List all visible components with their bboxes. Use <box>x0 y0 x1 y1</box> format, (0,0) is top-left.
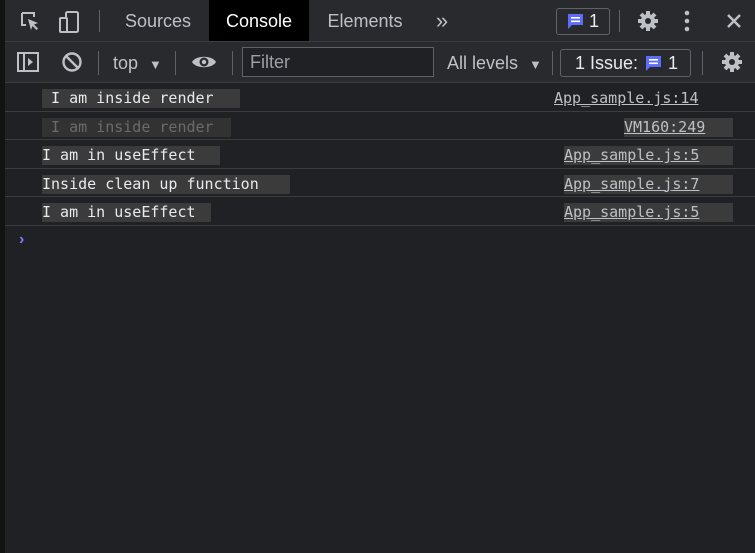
console-row: Inside clean up function App_sample.js:7 <box>5 169 755 197</box>
console-row: I am inside render VM160:249 <box>5 112 755 140</box>
log-levels-label: All levels <box>447 53 519 73</box>
source-link[interactable]: App_sample.js:5 <box>564 203 733 222</box>
message-icon <box>568 14 583 29</box>
console-message: I am in useEffect <box>42 146 220 165</box>
issues-label: 1 Issue: <box>575 53 639 73</box>
more-tabs-button[interactable]: » <box>427 0 457 41</box>
chevron-down-icon: ▼ <box>529 57 542 72</box>
console-messages: I am inside render App_sample.js:14 I am… <box>5 83 755 226</box>
chevron-down-icon: ▼ <box>149 57 162 72</box>
live-expression-eye-icon[interactable] <box>191 53 217 71</box>
more-options-icon[interactable] <box>683 10 691 32</box>
issues-button[interactable]: 1 Issue: 1 <box>560 49 691 77</box>
console-row: I am in useEffect App_sample.js:5 <box>5 197 755 226</box>
inspect-element-icon[interactable] <box>20 11 42 33</box>
tab-elements[interactable]: Elements <box>313 0 417 41</box>
message-icon <box>646 56 661 71</box>
source-link[interactable]: App_sample.js:5 <box>564 146 733 165</box>
close-icon[interactable] <box>726 13 742 29</box>
settings-gear-icon[interactable] <box>637 10 659 32</box>
console-row: I am in useEffect App_sample.js:5 <box>5 140 755 169</box>
filter-input[interactable] <box>242 47 434 77</box>
toolbar-separator <box>702 51 703 75</box>
show-sidebar-icon[interactable] <box>17 52 39 72</box>
context-selector[interactable]: top ▼ <box>113 51 162 75</box>
messages-badge[interactable]: 1 <box>556 8 610 35</box>
toolbar-separator <box>175 51 176 75</box>
tab-sources[interactable]: Sources <box>111 0 205 41</box>
toolbar-separator <box>232 51 233 75</box>
console-message: I am inside render <box>42 89 240 108</box>
toolbar-separator <box>98 51 99 75</box>
console-settings-gear-icon[interactable] <box>721 51 743 73</box>
messages-count: 1 <box>589 11 600 31</box>
toolbar-separator <box>552 51 553 75</box>
source-link[interactable]: App_sample.js:7 <box>564 174 733 194</box>
clear-console-icon[interactable] <box>61 51 83 73</box>
tab-separator <box>99 10 100 32</box>
console-message: I am inside render <box>42 117 231 137</box>
source-link[interactable]: App_sample.js:14 <box>554 89 719 108</box>
console-prompt[interactable]: › <box>19 231 24 249</box>
tab-separator <box>619 10 620 32</box>
context-label: top <box>113 53 139 73</box>
console-message: I am in useEffect <box>42 203 211 222</box>
issues-count: 1 <box>668 53 679 73</box>
console-row: I am inside render App_sample.js:14 <box>5 83 755 112</box>
console-message: Inside clean up function <box>42 174 290 194</box>
console-toolbar: top ▼ All levels ▼ 1 Issue: 1 <box>5 42 755 83</box>
source-link[interactable]: VM160:249 <box>624 117 733 137</box>
devtools-tabbar: Sources Console Elements » 1 <box>5 0 755 42</box>
device-toolbar-icon[interactable] <box>57 10 81 34</box>
log-levels-dropdown[interactable]: All levels ▼ <box>447 51 542 75</box>
tab-console[interactable]: Console <box>209 0 309 41</box>
